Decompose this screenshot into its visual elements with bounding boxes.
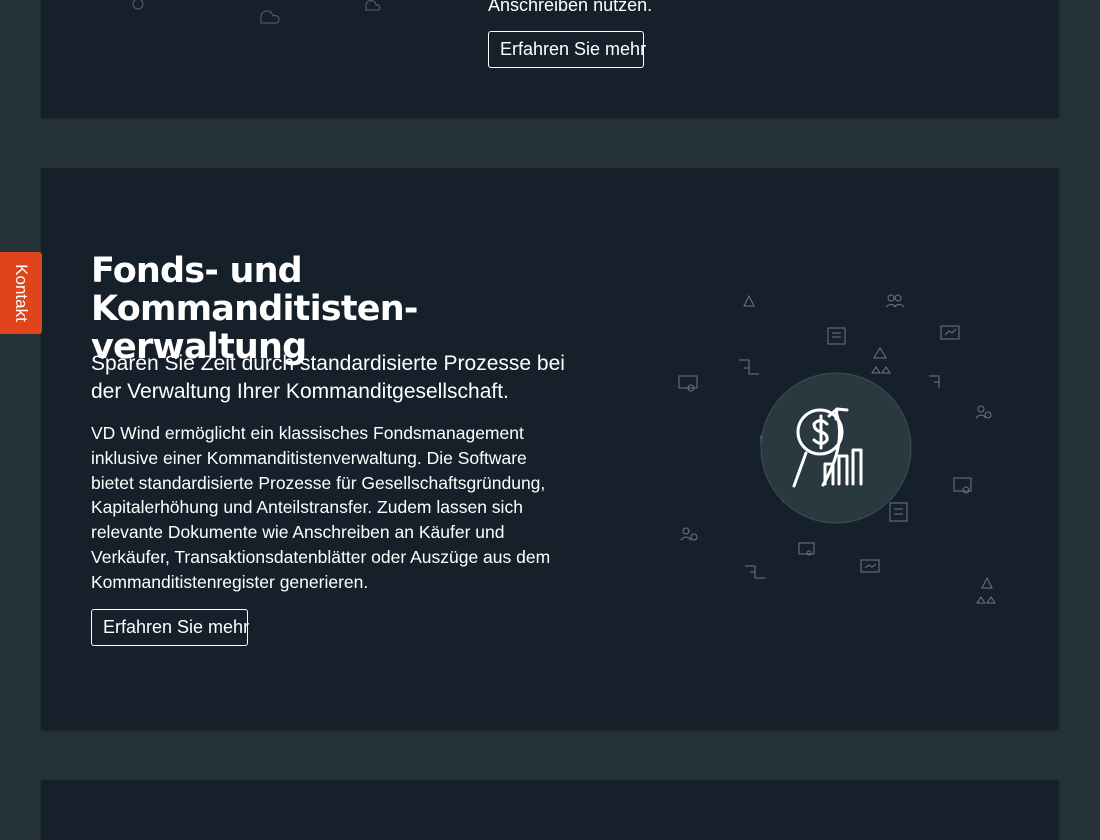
learn-more-button[interactable]: Erfahren Sie mehr [91,609,249,646]
money-growth-icon [678,294,996,604]
feature-card-previous: Anschreiben nutzen. Erfahren Sie mehr [41,0,1059,118]
card-text-end: Anschreiben nutzen. [488,0,653,15]
feature-card-fund-management: Fonds- und Kommanditisten- verwaltung Sp… [41,168,1059,730]
section-description: VD Wind ermöglicht ein klassisches Fonds… [91,423,551,592]
section-title: Fonds- und Kommanditisten- verwaltung [91,252,591,366]
learn-more-button[interactable]: Erfahren Sie mehr [488,31,646,68]
feature-card-next [41,780,1059,840]
section-title-line1: Fonds- und Kommanditisten- [91,251,418,329]
section-lead: Sparen Sie Zeit durch standardisierte Pr… [91,352,565,403]
contact-tab-label: Kontakt [12,264,31,322]
contact-tab-button[interactable]: Kontakt [0,252,42,334]
decorative-icons [132,0,381,24]
